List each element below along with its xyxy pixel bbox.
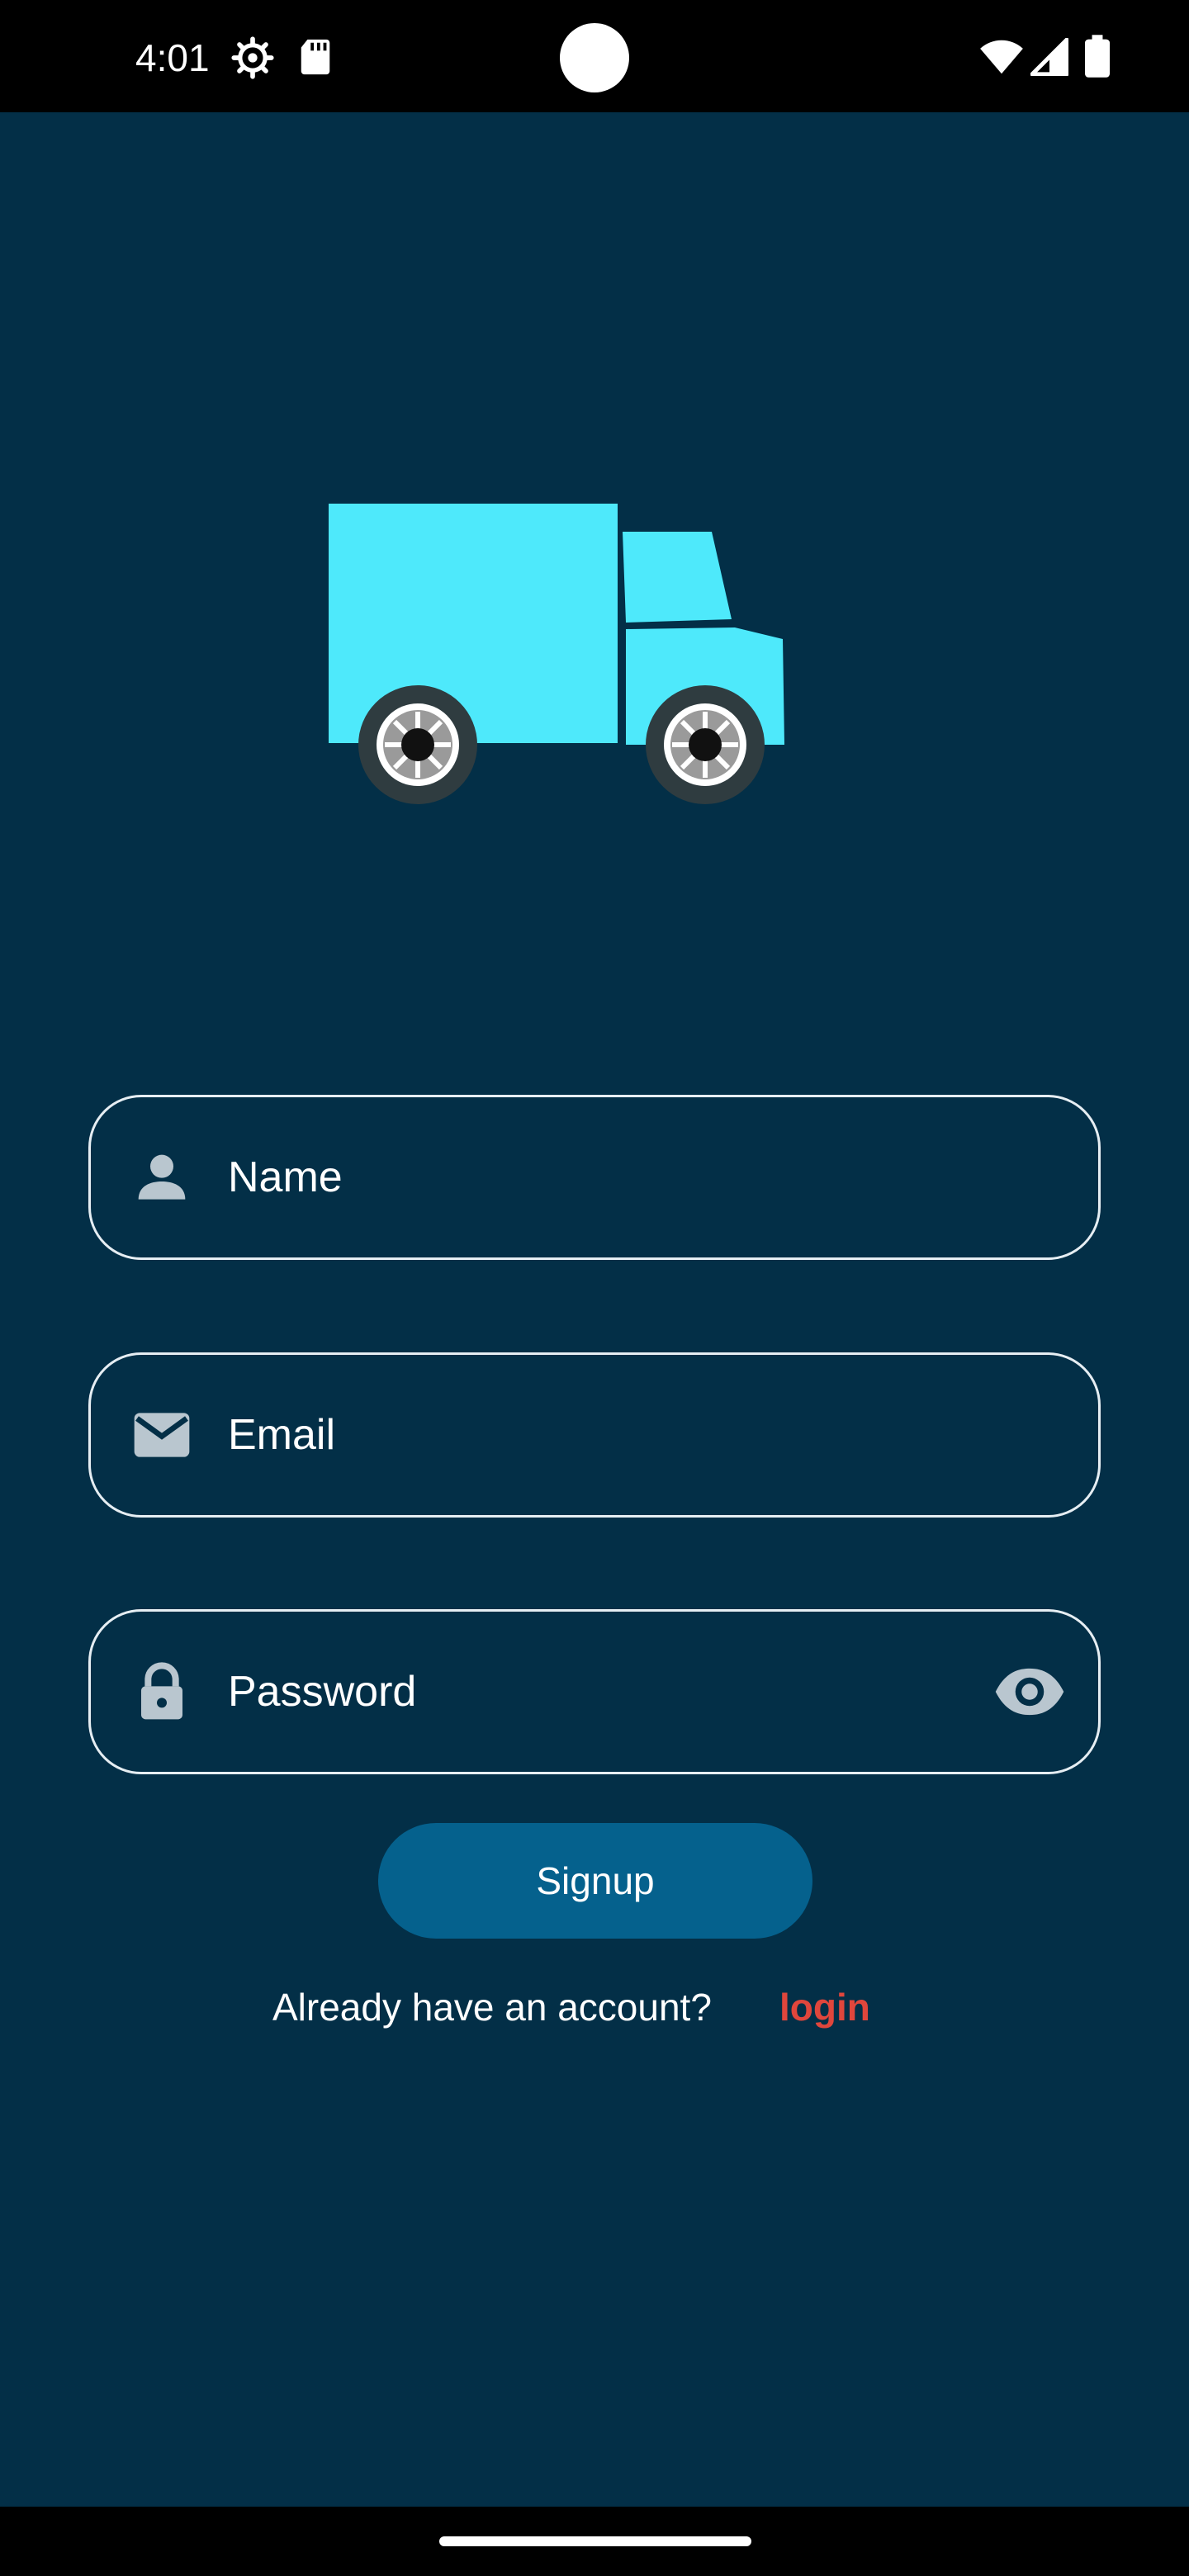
- home-indicator[interactable]: [439, 2536, 751, 2546]
- delivery-truck-illustration: [329, 504, 784, 804]
- email-field[interactable]: Email: [88, 1352, 1101, 1518]
- password-placeholder: Password: [228, 1668, 417, 1716]
- front-wheel: [646, 685, 765, 804]
- login-prompt-row: Already have an account? login: [0, 1980, 1189, 2038]
- status-bar: 4:01: [0, 0, 1189, 112]
- signup-button[interactable]: Signup: [378, 1823, 812, 1939]
- wifi-icon: [980, 40, 1023, 74]
- password-field[interactable]: Password: [88, 1609, 1101, 1774]
- eye-icon[interactable]: [992, 1655, 1067, 1729]
- login-link[interactable]: login: [779, 1985, 870, 2029]
- sd-card-icon: [301, 39, 330, 75]
- email-placeholder: Email: [228, 1411, 336, 1459]
- signal-icon: [1030, 38, 1068, 76]
- lock-icon: [141, 1662, 182, 1720]
- name-placeholder: Name: [228, 1153, 343, 1201]
- status-time: 4:01: [135, 36, 210, 79]
- person-icon: [138, 1154, 186, 1200]
- camera-cutout: [560, 23, 629, 92]
- name-field[interactable]: Name: [88, 1095, 1101, 1260]
- rear-wheel: [358, 685, 477, 804]
- navigation-bar: [0, 2507, 1189, 2576]
- mail-icon: [134, 1413, 190, 1457]
- battery-icon: [1085, 35, 1110, 78]
- gear-icon: [231, 36, 274, 79]
- signup-screen: 4:01 Name Email Password Signup Already …: [0, 0, 1189, 2576]
- already-have-account-text: Already have an account?: [272, 1986, 712, 2029]
